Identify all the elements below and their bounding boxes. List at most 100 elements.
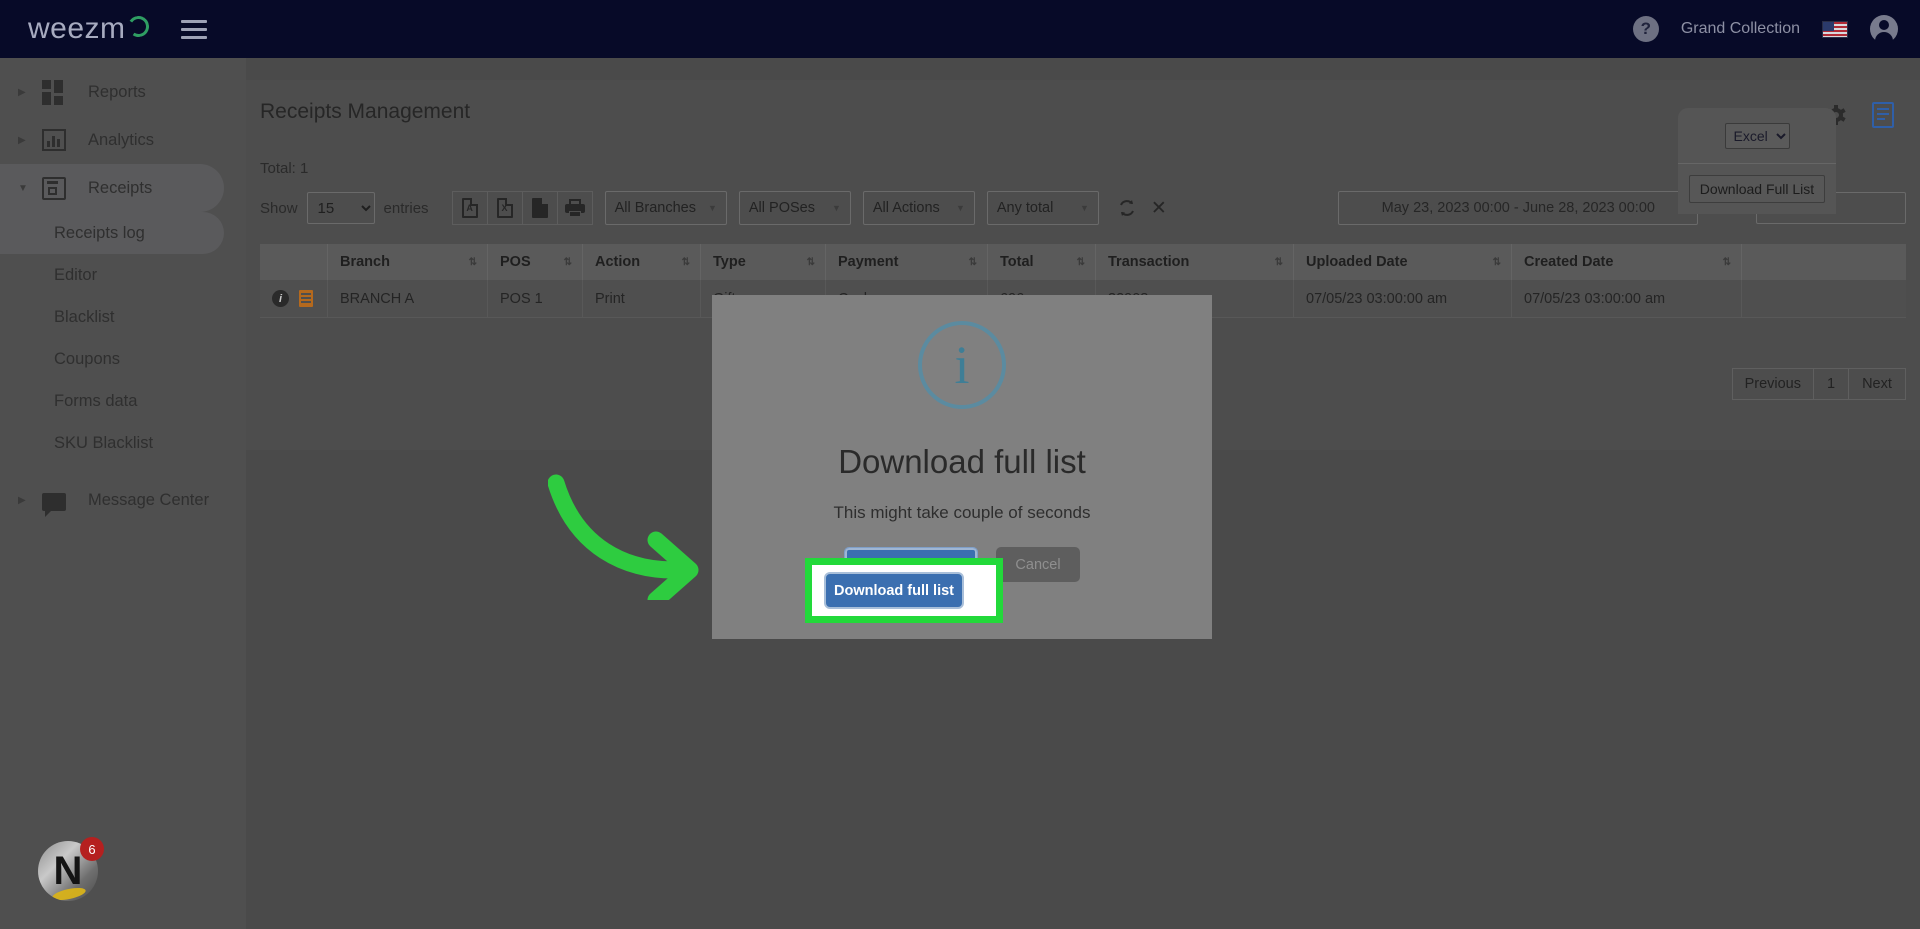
chevron-right-icon: ▶ xyxy=(18,86,26,98)
table-header-type[interactable]: Type ⇅ xyxy=(701,244,826,280)
file-icon xyxy=(531,198,548,218)
app-logo[interactable]: weezm xyxy=(28,12,151,46)
receipt-list-icon[interactable] xyxy=(1872,102,1894,128)
hamburger-icon[interactable] xyxy=(180,19,207,39)
modal-title: Download full list xyxy=(838,443,1086,480)
table-header-uploaded-date[interactable]: Uploaded Date ⇅ xyxy=(1294,244,1512,280)
notification-badge: 6 xyxy=(80,837,104,861)
info-icon[interactable]: i xyxy=(272,290,289,307)
sort-icon: ⇅ xyxy=(681,256,691,268)
export-popover: Excel Download Full List xyxy=(1678,108,1836,214)
table-header-payment[interactable]: Payment ⇅ xyxy=(826,244,988,280)
export-pdf-button[interactable]: A xyxy=(451,191,488,225)
reports-grid-icon xyxy=(42,80,66,105)
sort-icon: ⇅ xyxy=(563,256,573,268)
filter-label: All Branches xyxy=(614,200,696,216)
modal-confirm-button[interactable]: Download full list xyxy=(824,572,964,609)
chevron-right-icon: ▶ xyxy=(18,134,26,146)
sidebar-item-message-center[interactable]: ▶ Message Center xyxy=(0,476,246,524)
branches-filter[interactable]: All Branches ▼ xyxy=(604,191,727,225)
export-csv-button[interactable] xyxy=(521,191,558,225)
table-toolbar: Show 15 entries A X All Branches ▼ All P… xyxy=(260,190,1906,226)
export-format-select[interactable]: Excel xyxy=(1724,122,1790,149)
logo-text: weezm xyxy=(28,12,126,45)
top-bar-right: ? Grand Collection xyxy=(1632,15,1898,43)
table-header-transaction[interactable]: Transaction ⇅ xyxy=(1096,244,1294,280)
chevron-down-icon: ▼ xyxy=(831,203,841,213)
receipt-orange-icon[interactable] xyxy=(299,290,313,307)
sort-icon: ⇅ xyxy=(968,256,978,268)
chevron-down-icon: ▼ xyxy=(955,203,965,213)
entries-label: entries xyxy=(383,199,429,217)
previous-page-button[interactable]: Previous xyxy=(1731,368,1814,400)
entries-per-page-select[interactable]: 15 xyxy=(306,192,375,224)
modal-subtitle: This might take couple of seconds xyxy=(833,503,1091,522)
sidebar-item-sku-blacklist[interactable]: SKU Blacklist xyxy=(0,422,246,464)
download-full-list-popover-button[interactable]: Download Full List xyxy=(1688,175,1826,203)
export-excel-button[interactable]: X xyxy=(486,191,523,225)
sidebar-item-label: Message Center xyxy=(88,490,210,509)
analytics-chart-icon xyxy=(42,129,66,151)
chevron-down-icon: ▼ xyxy=(707,203,717,213)
us-flag-icon[interactable] xyxy=(1822,20,1848,38)
cell-created-date: 07/05/23 03:00:00 am xyxy=(1512,280,1742,317)
app-root: weezm ? Grand Collection ▶ Reports ▶ Ana… xyxy=(0,0,1920,929)
chevron-down-icon: ▼ xyxy=(18,182,28,194)
sidebar-item-receipts[interactable]: ▼ Receipts xyxy=(0,164,224,212)
chevron-right-icon: ▶ xyxy=(18,494,26,506)
cell-uploaded-date: 07/05/23 03:00:00 am xyxy=(1294,280,1512,317)
sidebar-item-coupons[interactable]: Coupons xyxy=(0,338,246,380)
filter-label: Any total xyxy=(996,200,1054,216)
export-format-row: Excel xyxy=(1678,108,1836,164)
clear-x-icon[interactable]: ✕ xyxy=(1151,199,1167,218)
sidebar-item-label: Reports xyxy=(88,82,146,101)
print-button[interactable] xyxy=(556,191,593,225)
date-range-picker[interactable]: May 23, 2023 00:00 - June 28, 2023 00:00 xyxy=(1338,191,1699,225)
chat-widget[interactable]: N 6 xyxy=(38,837,104,901)
table-header-created-date[interactable]: Created Date ⇅ xyxy=(1512,244,1742,280)
next-page-button[interactable]: Next xyxy=(1848,368,1906,400)
card-tools xyxy=(1826,102,1894,128)
total-filter[interactable]: Any total ▼ xyxy=(986,191,1099,225)
cell-pos: POS 1 xyxy=(488,280,583,317)
sidebar-item-blacklist[interactable]: Blacklist xyxy=(0,296,246,338)
sort-icon: ⇅ xyxy=(1076,256,1086,268)
top-bar: weezm ? Grand Collection xyxy=(0,0,1920,58)
poses-filter[interactable]: All POSes ▼ xyxy=(738,191,851,225)
filter-label: All POSes xyxy=(748,200,815,216)
question-mark-icon[interactable]: ? xyxy=(1632,16,1659,42)
table-header-total[interactable]: Total ⇅ xyxy=(988,244,1096,280)
sidebar-item-reports[interactable]: ▶ Reports xyxy=(0,68,246,116)
sidebar-item-label: Receipts xyxy=(88,178,153,197)
account-name[interactable]: Grand Collection xyxy=(1681,20,1800,38)
pagination: Previous 1 Next xyxy=(1731,368,1906,400)
table-header-action[interactable]: Action ⇅ xyxy=(583,244,701,280)
sort-icon: ⇅ xyxy=(1274,256,1284,268)
sidebar: ▶ Reports ▶ Analytics ▼ Receipts Receipt… xyxy=(0,58,246,929)
sidebar-subitem-label: Coupons xyxy=(54,349,121,368)
cell-action: Print xyxy=(583,280,701,317)
sidebar-subitem-label: Blacklist xyxy=(54,307,115,326)
sidebar-item-receipts-log[interactable]: Receipts log xyxy=(0,212,224,254)
modal-cancel-button[interactable]: Cancel xyxy=(996,547,1080,582)
table-header-pos[interactable]: POS ⇅ xyxy=(488,244,583,280)
cell-branch: BRANCH A xyxy=(328,280,488,317)
sidebar-subitem-label: Editor xyxy=(54,265,98,284)
sort-icon: ⇅ xyxy=(1722,256,1732,268)
sidebar-subitem-label: Forms data xyxy=(54,391,138,410)
sidebar-subitem-label: Receipts log xyxy=(54,223,145,242)
table-header-branch[interactable]: Branch ⇅ xyxy=(328,244,488,280)
sidebar-item-analytics[interactable]: ▶ Analytics xyxy=(0,116,246,164)
printer-icon xyxy=(564,199,585,217)
sidebar-item-editor[interactable]: Editor xyxy=(0,254,246,296)
sidebar-subitem-label: SKU Blacklist xyxy=(54,433,154,452)
sidebar-item-forms-data[interactable]: Forms data xyxy=(0,380,246,422)
row-actions-cell: i xyxy=(260,280,328,317)
page-title: Receipts Management xyxy=(260,100,471,123)
user-avatar-icon[interactable] xyxy=(1870,15,1898,43)
actions-filter[interactable]: All Actions ▼ xyxy=(862,191,975,225)
total-count-label: Total: 1 xyxy=(260,160,309,177)
refresh-icon[interactable] xyxy=(1117,198,1137,218)
sidebar-item-label: Analytics xyxy=(88,130,155,149)
page-number-1[interactable]: 1 xyxy=(1813,368,1849,400)
